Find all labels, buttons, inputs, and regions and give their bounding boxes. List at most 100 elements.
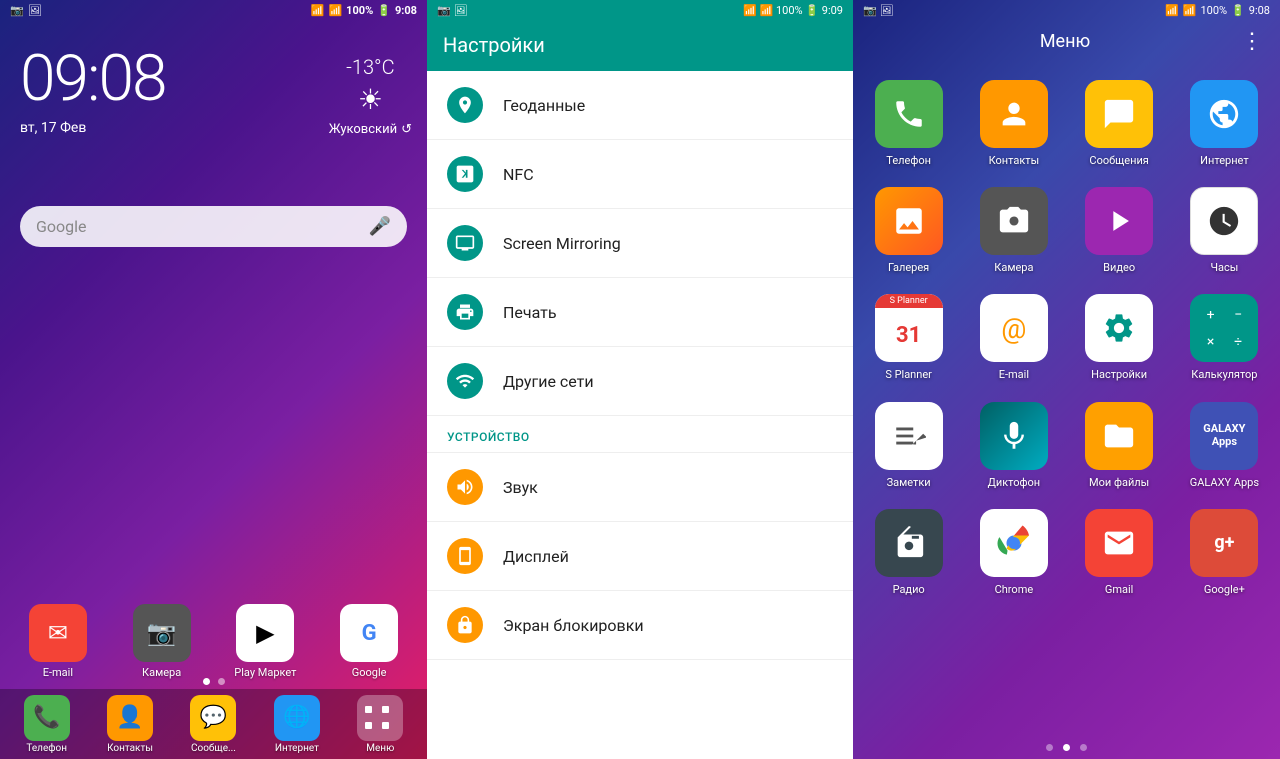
settings-icon (1085, 294, 1153, 362)
menu-header: Меню ⋮ (853, 21, 1280, 62)
google-app-icon: G (340, 604, 398, 662)
app-settings[interactable]: Настройки (1069, 286, 1170, 389)
refresh-icon[interactable]: ↺ (401, 122, 412, 137)
phone-icon (875, 80, 943, 148)
dot-1 (203, 678, 210, 685)
menu-dot-2 (1063, 744, 1070, 751)
mic-icon[interactable]: 🎤 (369, 216, 391, 237)
app-calculator[interactable]: + − × ÷ Калькулятор (1174, 286, 1275, 389)
clock-label: Часы (1210, 261, 1238, 274)
email-icon-menu: @ (980, 294, 1048, 362)
chrome-icon (980, 509, 1048, 577)
weather-city: Жуковский ↺ (329, 122, 412, 137)
settings-item-lockscreen[interactable]: Экран блокировки (427, 591, 853, 660)
app-clock[interactable]: Часы (1174, 179, 1275, 282)
radio-label: Радио (893, 583, 925, 596)
camera-label: Камера (994, 261, 1033, 274)
home-app-email[interactable]: ✉ E-mail (10, 604, 106, 679)
home-app-google[interactable]: G Google (321, 604, 417, 679)
app-phone[interactable]: Телефон (858, 72, 959, 175)
app-contacts[interactable]: Контакты (963, 72, 1064, 175)
nfc-label: NFC (503, 165, 833, 184)
app-googleplus[interactable]: g+ Google+ (1174, 501, 1275, 604)
dock-contacts[interactable]: 👤 Контакты (107, 695, 153, 754)
menu-status-right: 📶 📶 100% 🔋 9:08 (1165, 4, 1270, 17)
image-icon3: 🖼 (879, 4, 893, 17)
menu-dot-1 (1046, 744, 1053, 751)
app-galaxy-apps[interactable]: GALAXY Apps GALAXY Apps (1174, 394, 1275, 497)
googleplus-icon: g+ (1190, 509, 1258, 577)
app-messages[interactable]: Сообщения (1069, 72, 1170, 175)
google-search-bar[interactable]: Google 🎤 (20, 206, 407, 247)
dock-internet[interactable]: 🌐 Интернет (274, 695, 320, 754)
notes-icon (875, 402, 943, 470)
dock-menu[interactable]: Меню (357, 695, 403, 754)
home-app-playmarket[interactable]: ▶ Play Маркет (218, 604, 314, 679)
print-icon (447, 294, 483, 330)
signal-icon: 📶 (328, 4, 342, 17)
dock-messages[interactable]: 💬 Сообще... (190, 695, 236, 754)
settings-header: Настройки (427, 21, 853, 71)
mirroring-label: Screen Mirroring (503, 234, 833, 253)
settings-item-mirroring[interactable]: Screen Mirroring (427, 209, 853, 278)
home-app-camera[interactable]: 📷 Камера (114, 604, 210, 679)
networks-icon (447, 363, 483, 399)
settings-item-sound[interactable]: Звук (427, 453, 853, 522)
settings-item-nfc[interactable]: NFC (427, 140, 853, 209)
dock: 📞 Телефон 👤 Контакты 💬 Сообще... 🌐 Интер… (0, 689, 427, 759)
video-label: Видео (1103, 261, 1135, 274)
chrome-label: Chrome (995, 583, 1034, 596)
app-video[interactable]: Видео (1069, 179, 1170, 282)
galaxy-apps-label: GALAXY Apps (1190, 476, 1259, 489)
dock-messages-label: Сообще... (191, 743, 236, 754)
settings-status-bar: 📷 🖼 📶 📶 100% 🔋 9:09 (427, 0, 853, 21)
splanner-icon: S Planner 31 (875, 294, 943, 362)
settings-label: Настройки (1091, 368, 1147, 381)
app-gallery[interactable]: Галерея (858, 179, 959, 282)
gallery-icon (875, 187, 943, 255)
app-myfiles[interactable]: Мои файлы (1069, 394, 1170, 497)
battery-icon2: 🔋 (805, 4, 819, 17)
app-gmail[interactable]: Gmail (1069, 501, 1170, 604)
screenshot-icon3: 📷 (863, 4, 877, 17)
settings-item-networks[interactable]: Другие сети (427, 347, 853, 416)
app-splanner[interactable]: S Planner 31 S Planner (858, 286, 959, 389)
googleplus-label: Google+ (1204, 583, 1245, 596)
menu-dot-3 (1080, 744, 1087, 751)
settings-item-print[interactable]: Печать (427, 278, 853, 347)
dock-internet-label: Интернет (275, 743, 319, 754)
myfiles-label: Мои файлы (1089, 476, 1149, 489)
dock-phone[interactable]: 📞 Телефон (24, 695, 70, 754)
calculator-icon: + − × ÷ (1190, 294, 1258, 362)
dock-phone-icon: 📞 (24, 695, 70, 741)
settings-item-geodata[interactable]: Геоданные (427, 71, 853, 140)
settings-item-display[interactable]: Дисплей (427, 522, 853, 591)
recorder-label: Диктофон (988, 476, 1041, 489)
section-device: УСТРОЙСТВО (427, 416, 853, 453)
app-internet[interactable]: Интернет (1174, 72, 1275, 175)
sound-icon (447, 469, 483, 505)
app-radio[interactable]: Радио (858, 501, 959, 604)
home-apps-grid: ✉ E-mail 📷 Камера ▶ Play Маркет G Google (0, 604, 427, 679)
geodata-label: Геоданные (503, 96, 833, 115)
time2: 9:09 (822, 4, 843, 17)
settings-list[interactable]: Геоданные NFC Screen Mirroring (427, 71, 853, 759)
menu-more-icon[interactable]: ⋮ (1241, 29, 1264, 54)
recorder-icon (980, 402, 1048, 470)
networks-label: Другие сети (503, 372, 833, 391)
display-icon (447, 538, 483, 574)
app-camera[interactable]: Камера (963, 179, 1064, 282)
app-chrome[interactable]: Chrome (963, 501, 1064, 604)
internet-icon (1190, 80, 1258, 148)
nfc-icon (447, 156, 483, 192)
app-email[interactable]: @ E-mail (963, 286, 1064, 389)
gmail-label: Gmail (1105, 583, 1133, 596)
menu-nav-dots (853, 736, 1280, 759)
weather-section: -13°C ☀ Жуковский ↺ (329, 55, 412, 137)
contacts-label: Контакты (989, 154, 1040, 167)
email-app-icon: ✉ (29, 604, 87, 662)
image-icon: 🖼 (28, 4, 42, 17)
app-notes[interactable]: Заметки (858, 394, 959, 497)
app-recorder[interactable]: Диктофон (963, 394, 1064, 497)
settings-status-right: 📶 📶 100% 🔋 9:09 (743, 4, 843, 17)
